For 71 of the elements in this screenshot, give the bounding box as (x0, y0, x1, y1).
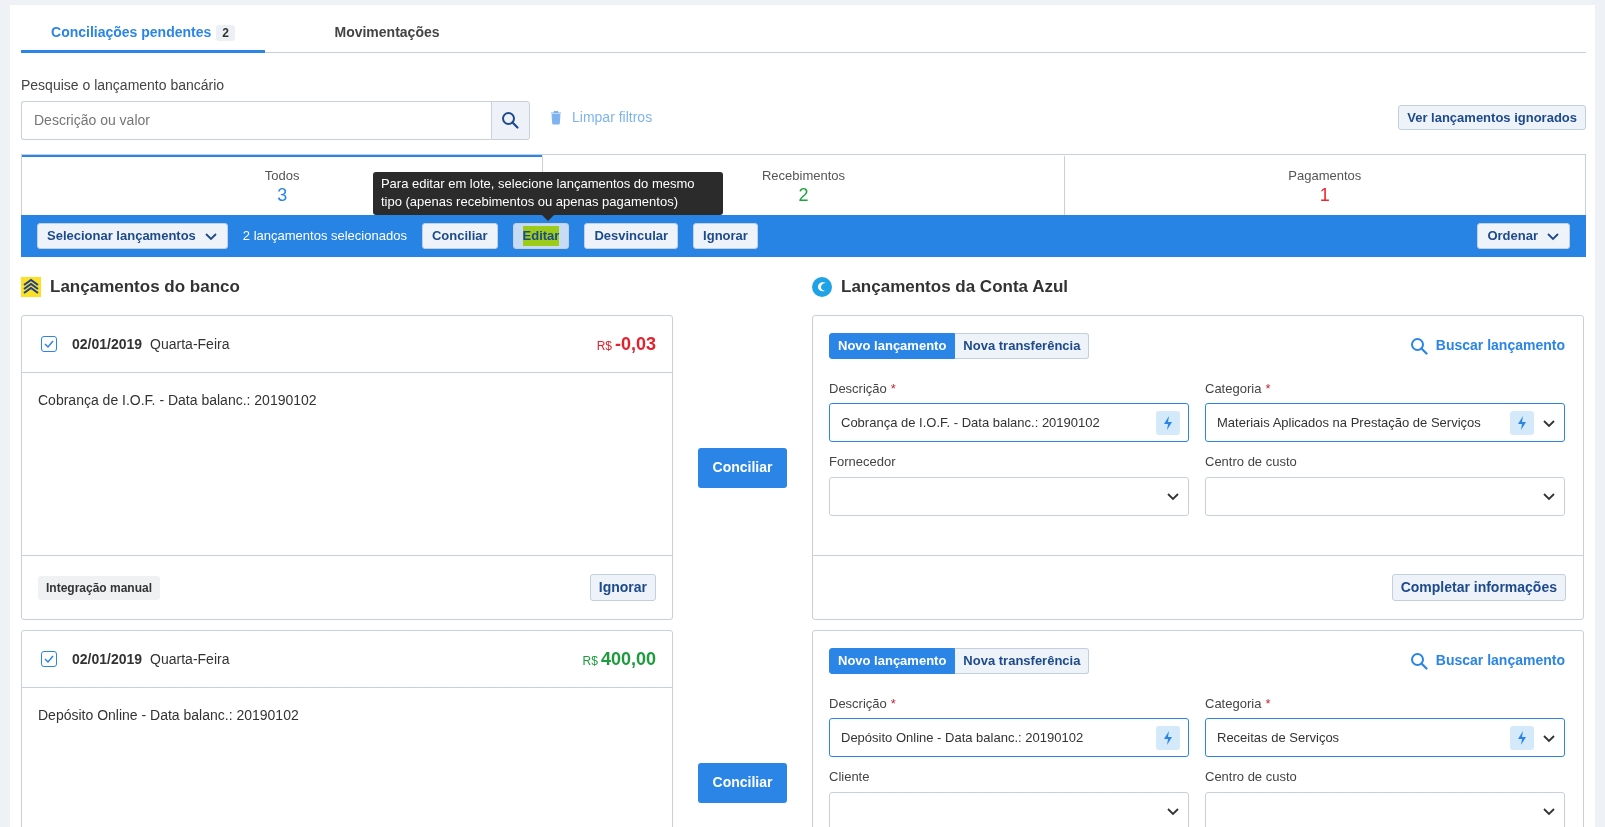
check-icon (43, 653, 55, 665)
search-label: Pesquise o lançamento bancário (21, 76, 226, 95)
select-field[interactable] (1205, 476, 1565, 516)
checkbox[interactable] (41, 336, 57, 352)
ignored-entries-button[interactable]: Ver lançamentos ignorados (1398, 104, 1586, 131)
lightning-icon (1515, 729, 1529, 746)
checkbox[interactable] (41, 651, 57, 667)
select-field[interactable] (829, 791, 1189, 827)
entry-date: 02/01/2019 (72, 649, 143, 669)
entry-amount: R$ 400,00 (582, 647, 656, 671)
chevron-down-icon (203, 230, 218, 242)
entry-date: 02/01/2019 (72, 334, 143, 354)
lightning-icon (1161, 414, 1175, 431)
mode-toggle[interactable]: Nova transferência (955, 333, 1090, 359)
sort-dropdown[interactable]: Ordenar (1477, 223, 1570, 249)
search-icon (1409, 651, 1428, 670)
search-entry-link[interactable]: Buscar lançamento (1409, 335, 1565, 357)
integration-tag: Integração manual (38, 575, 161, 600)
count-badge: 2 (216, 24, 235, 41)
tooltip: Para editar em lote, selecione lançamentos do mesmo tipo (apenas recebimentos ou apenas pagamentos) (372, 171, 723, 222)
bank-logo-icon (21, 277, 41, 298)
mode-toggle[interactable]: Novo lançamento (829, 648, 956, 674)
action-button[interactable]: Desvincular (584, 223, 679, 249)
search-button[interactable] (491, 101, 530, 140)
select-field[interactable] (829, 476, 1189, 516)
reconcile-button[interactable]: Conciliar (698, 762, 787, 803)
input-field[interactable]: Cobrança de I.O.F. - Data balanc.: 20190102 (829, 403, 1189, 442)
tab[interactable]: Movimentações (265, 20, 509, 53)
tab[interactable]: Conciliações pendentes 2 (21, 20, 265, 53)
field-label: Categoria * (1205, 379, 1272, 398)
entry-weekday: Quarta-Feira (150, 334, 230, 354)
entry-weekday: Quarta-Feira (150, 649, 230, 669)
section-heading: Lançamentos da Conta Azul (812, 277, 1068, 298)
ignore-button[interactable]: Ignorar (589, 574, 656, 601)
field-label: Centro de custo (1205, 453, 1298, 471)
field-label: Descrição * (829, 379, 897, 398)
search-field[interactable]: Descrição ou valor (21, 101, 491, 140)
check-icon (43, 338, 55, 350)
complete-info-button[interactable]: Completar informações (1391, 574, 1566, 601)
action-button[interactable]: Conciliar (421, 223, 498, 249)
select-field[interactable]: Materiais Aplicados na Prestação de Serviços (1205, 403, 1565, 442)
reconcile-button[interactable]: Conciliar (698, 447, 787, 488)
field-label: Descrição * (829, 694, 897, 713)
search-entry-link[interactable]: Buscar lançamento (1409, 650, 1565, 672)
action-button[interactable]: Editar (512, 223, 570, 249)
select-entries-dropdown[interactable]: Selecionar lançamentos (37, 223, 228, 249)
field-label: Fornecedor (829, 453, 897, 471)
chevron-down-icon (1166, 805, 1180, 817)
field-label: Centro de custo (1205, 768, 1298, 786)
chevron-down-icon (1542, 490, 1556, 502)
mode-toggle[interactable]: Novo lançamento (829, 333, 956, 359)
entry-amount: R$ -0,03 (596, 332, 656, 356)
entry-description: Depósito Online - Data balanc.: 20190102 (38, 707, 299, 723)
selection-count: 2 lançamentos selecionados (242, 227, 407, 246)
lightning-icon (1161, 729, 1175, 746)
field-label: Cliente (829, 768, 871, 786)
chevron-down-icon (1542, 805, 1556, 817)
search-icon (1409, 336, 1428, 355)
search-icon (500, 110, 521, 131)
action-button[interactable]: Ignorar (693, 223, 758, 249)
section-heading: Lançamentos do banco (21, 277, 812, 298)
select-field[interactable]: Receitas de Serviços (1205, 718, 1565, 757)
chevron-down-icon (1166, 490, 1180, 502)
input-field[interactable]: Depósito Online - Data balanc.: 20190102 (829, 718, 1189, 757)
field-label: Categoria * (1205, 694, 1272, 713)
lightning-icon (1515, 414, 1529, 431)
chevron-down-icon (1546, 230, 1560, 242)
entry-description: Cobrança de I.O.F. - Data balanc.: 20190102 (38, 392, 317, 408)
mode-toggle[interactable]: Nova transferência (955, 648, 1090, 674)
trash-icon (550, 110, 562, 125)
select-field[interactable] (1205, 791, 1565, 827)
